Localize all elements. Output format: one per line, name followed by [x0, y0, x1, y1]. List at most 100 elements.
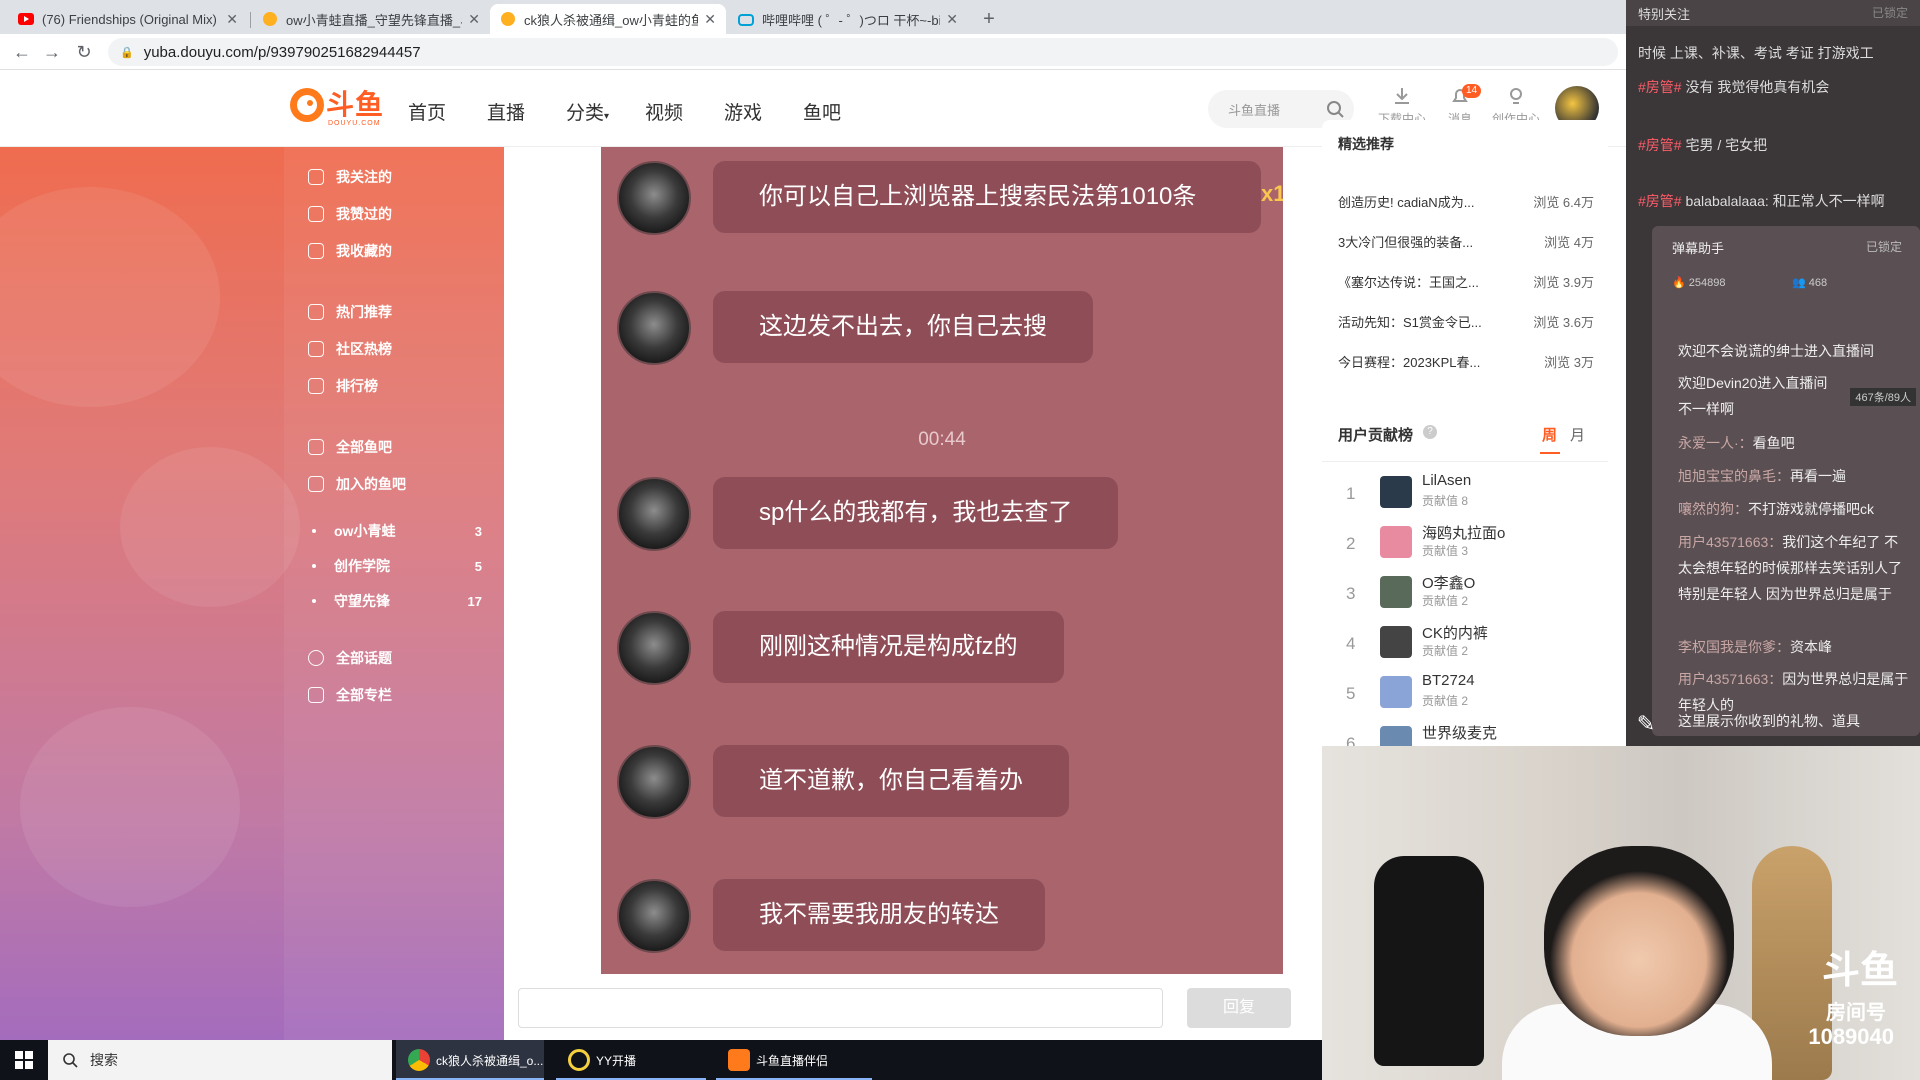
taskbar-app-yy[interactable]: YY开播: [556, 1040, 706, 1080]
sidebar-item-label: 全部鱼吧: [336, 439, 392, 455]
sidebar-item-all-topics[interactable]: 全部话题: [308, 648, 392, 668]
chat-avatar: [617, 291, 691, 365]
close-tab-icon[interactable]: ✕: [704, 11, 716, 28]
sidebar-item-following[interactable]: 我关注的: [308, 167, 392, 187]
douyu-logo[interactable]: 斗鱼 DOUYU.COM: [290, 88, 384, 127]
sidebar-item-label: 我关注的: [336, 169, 392, 185]
trending-icon: [308, 341, 324, 357]
featured-item[interactable]: 创造历史! cadiaN成为... 浏览 6.4万: [1338, 192, 1594, 211]
rank-user-name: CK的内裤: [1422, 625, 1488, 642]
edit-icon[interactable]: ✎: [1626, 704, 1666, 744]
yy-icon: [568, 1049, 590, 1071]
browser-tab-douyu-live[interactable]: ow小青蛙直播_守望先锋直播_斗 ✕: [252, 4, 490, 34]
chat-message: 我不需要我朋友的转达: [617, 879, 1045, 953]
logo-subtext: DOUYU.COM: [328, 120, 381, 127]
chat-bubble: 我不需要我朋友的转达: [713, 879, 1045, 951]
download-icon: [1395, 88, 1409, 104]
webcam-preview: 斗鱼 房间号 1089040: [1322, 746, 1920, 1080]
new-tab-button[interactable]: +: [976, 6, 1002, 32]
help-icon[interactable]: ?: [1423, 425, 1437, 439]
joined-yuba-item[interactable]: 守望先锋 17: [312, 591, 482, 611]
sidebar-item-joined-yuba[interactable]: 加入的鱼吧: [308, 474, 406, 494]
nav-games[interactable]: 游戏: [724, 98, 762, 125]
browser-tab-yuba[interactable]: ck狼人杀被通缉_ow小青蛙的鱼吧 ✕: [490, 4, 726, 34]
rank-avatar: [1380, 476, 1412, 508]
search-placeholder: 斗鱼直播: [1228, 102, 1281, 118]
browser-tab-youtube[interactable]: (76) Friendships (Original Mix) ✕: [8, 4, 248, 34]
joined-yuba-item[interactable]: ow小青蛙 3: [312, 521, 482, 541]
featured-item[interactable]: 今日赛程：2023KPL春... 浏览 3万: [1338, 352, 1594, 371]
address-bar[interactable]: 🔒 yuba.douyu.com/p/939790251682944457: [108, 38, 1618, 66]
tab-month[interactable]: 月: [1570, 424, 1585, 445]
bg-decoration: [0, 187, 220, 407]
chat-bubble: sp什么的我都有，我也去查了: [713, 477, 1119, 549]
reply-input[interactable]: [518, 988, 1163, 1028]
tab-week[interactable]: 周: [1542, 424, 1557, 445]
ranking-row[interactable]: 5 BT2724 贡献值 2: [1346, 670, 1586, 714]
windows-start-button[interactable]: [0, 1040, 48, 1080]
featured-item[interactable]: 3大冷门但很强的装备... 浏览 4万: [1338, 232, 1594, 251]
forward-icon[interactable]: →: [42, 42, 62, 62]
ranking-row[interactable]: 1 LilAsen 贡献值 8: [1346, 470, 1586, 514]
joined-yuba-item[interactable]: 创作学院 5: [312, 556, 482, 576]
contribution-ranking-card: 用户贡献榜 ? 周 月 1 LilAsen 贡献值 8 2 海鸥丸拉面o 贡献值…: [1322, 412, 1608, 746]
danmaku-line: 时候 上课、补课、考试 考证 打游戏工: [1638, 40, 1913, 66]
sidebar-item-leaderboard[interactable]: 排行榜: [308, 376, 378, 396]
bullet: [312, 529, 316, 533]
taskbar-app-douyu-companion[interactable]: 斗鱼直播伴侣: [716, 1040, 872, 1080]
chat-message: 你可以自己上浏览器上搜索民法第1010条: [617, 161, 1261, 235]
chat-bubble: 这边发不出去，你自己去搜: [713, 291, 1093, 363]
danmaku-text: 时候 上课、补课、考试 考证 打游戏工: [1638, 45, 1874, 61]
rank-score: 贡献值 2: [1422, 694, 1469, 708]
chat-avatar: [617, 161, 691, 235]
back-icon[interactable]: ←: [12, 42, 32, 62]
url-text: yuba.douyu.com/p/939790251682944457: [143, 43, 421, 61]
search-icon[interactable]: [1326, 100, 1344, 118]
hash-icon: [308, 650, 324, 666]
close-tab-icon[interactable]: ✕: [468, 11, 480, 28]
sidebar-item-liked[interactable]: 我赞过的: [308, 204, 392, 224]
sidebar-item-all-yuba[interactable]: 全部鱼吧: [308, 437, 392, 457]
windows-logo-icon: [15, 1051, 33, 1069]
nav-video[interactable]: 视频: [645, 98, 683, 125]
rank-user-name: BT2724: [1422, 672, 1475, 689]
assistant-text: 看鱼吧: [1752, 435, 1795, 451]
assistant-line: 欢迎不会说谎的绅士进入直播间: [1678, 338, 1910, 364]
ranking-row[interactable]: 6 世界级麦克: [1346, 720, 1586, 746]
close-tab-icon[interactable]: ✕: [946, 11, 958, 28]
nav-yuba[interactable]: 鱼吧: [803, 98, 841, 125]
special-follow-bar[interactable]: 特别关注 已锁定: [1626, 0, 1920, 26]
home-icon: [308, 439, 324, 455]
nav-live[interactable]: 直播: [487, 98, 525, 125]
browser-toolbar: ← → ↻ 🔒 yuba.douyu.com/p/939790251682944…: [0, 34, 1626, 70]
joined-icon: [308, 476, 324, 492]
rank-user-name: O李鑫O: [1422, 575, 1476, 592]
assistant-line: 这里展示你收到的礼物、道具: [1678, 708, 1910, 734]
fire-icon: [308, 304, 324, 320]
rank-number: 3: [1346, 584, 1356, 603]
nav-category[interactable]: 分类▾: [566, 98, 609, 125]
reply-button[interactable]: 回复: [1187, 988, 1291, 1028]
featured-item[interactable]: 《塞尔达传说：王国之... 浏览 3.9万: [1338, 272, 1594, 291]
sidebar-item-all-columns[interactable]: 全部专栏: [308, 685, 392, 705]
featured-item[interactable]: 活动先知：S1赏金令已... 浏览 3.6万: [1338, 312, 1594, 331]
ranking-row[interactable]: 3 O李鑫O 贡献值 2: [1346, 570, 1586, 614]
chat-timestamp: 00:44: [918, 429, 966, 450]
danmaku-tag: #房管#: [1638, 137, 1682, 153]
close-tab-icon[interactable]: ✕: [226, 11, 238, 28]
reload-icon[interactable]: ↻: [74, 42, 94, 62]
chat-avatar: [617, 745, 691, 819]
taskbar-app-chrome[interactable]: ck狼人杀被通缉_o...: [396, 1040, 544, 1080]
ranking-row[interactable]: 2 海鸥丸拉面o 贡献值 3: [1346, 520, 1586, 564]
bullet: [312, 564, 316, 568]
sidebar-item-favorites[interactable]: 我收藏的: [308, 241, 392, 261]
joined-yuba-name: 创作学院: [334, 558, 390, 574]
ranking-row[interactable]: 4 CK的内裤 贡献值 2: [1346, 620, 1586, 664]
taskbar-search[interactable]: 搜索: [48, 1040, 392, 1080]
douyu-favicon-icon: [500, 11, 516, 27]
sidebar-item-community-trending[interactable]: 社区热榜: [308, 339, 392, 359]
browser-tab-bilibili[interactable]: 哔哩哔哩 ( ゜- ゜)つロ 干杯~-bili ✕: [728, 4, 968, 34]
webcam-chair: [1374, 856, 1484, 1066]
nav-home[interactable]: 首页: [408, 98, 446, 125]
sidebar-item-hot[interactable]: 热门推荐: [308, 302, 392, 322]
